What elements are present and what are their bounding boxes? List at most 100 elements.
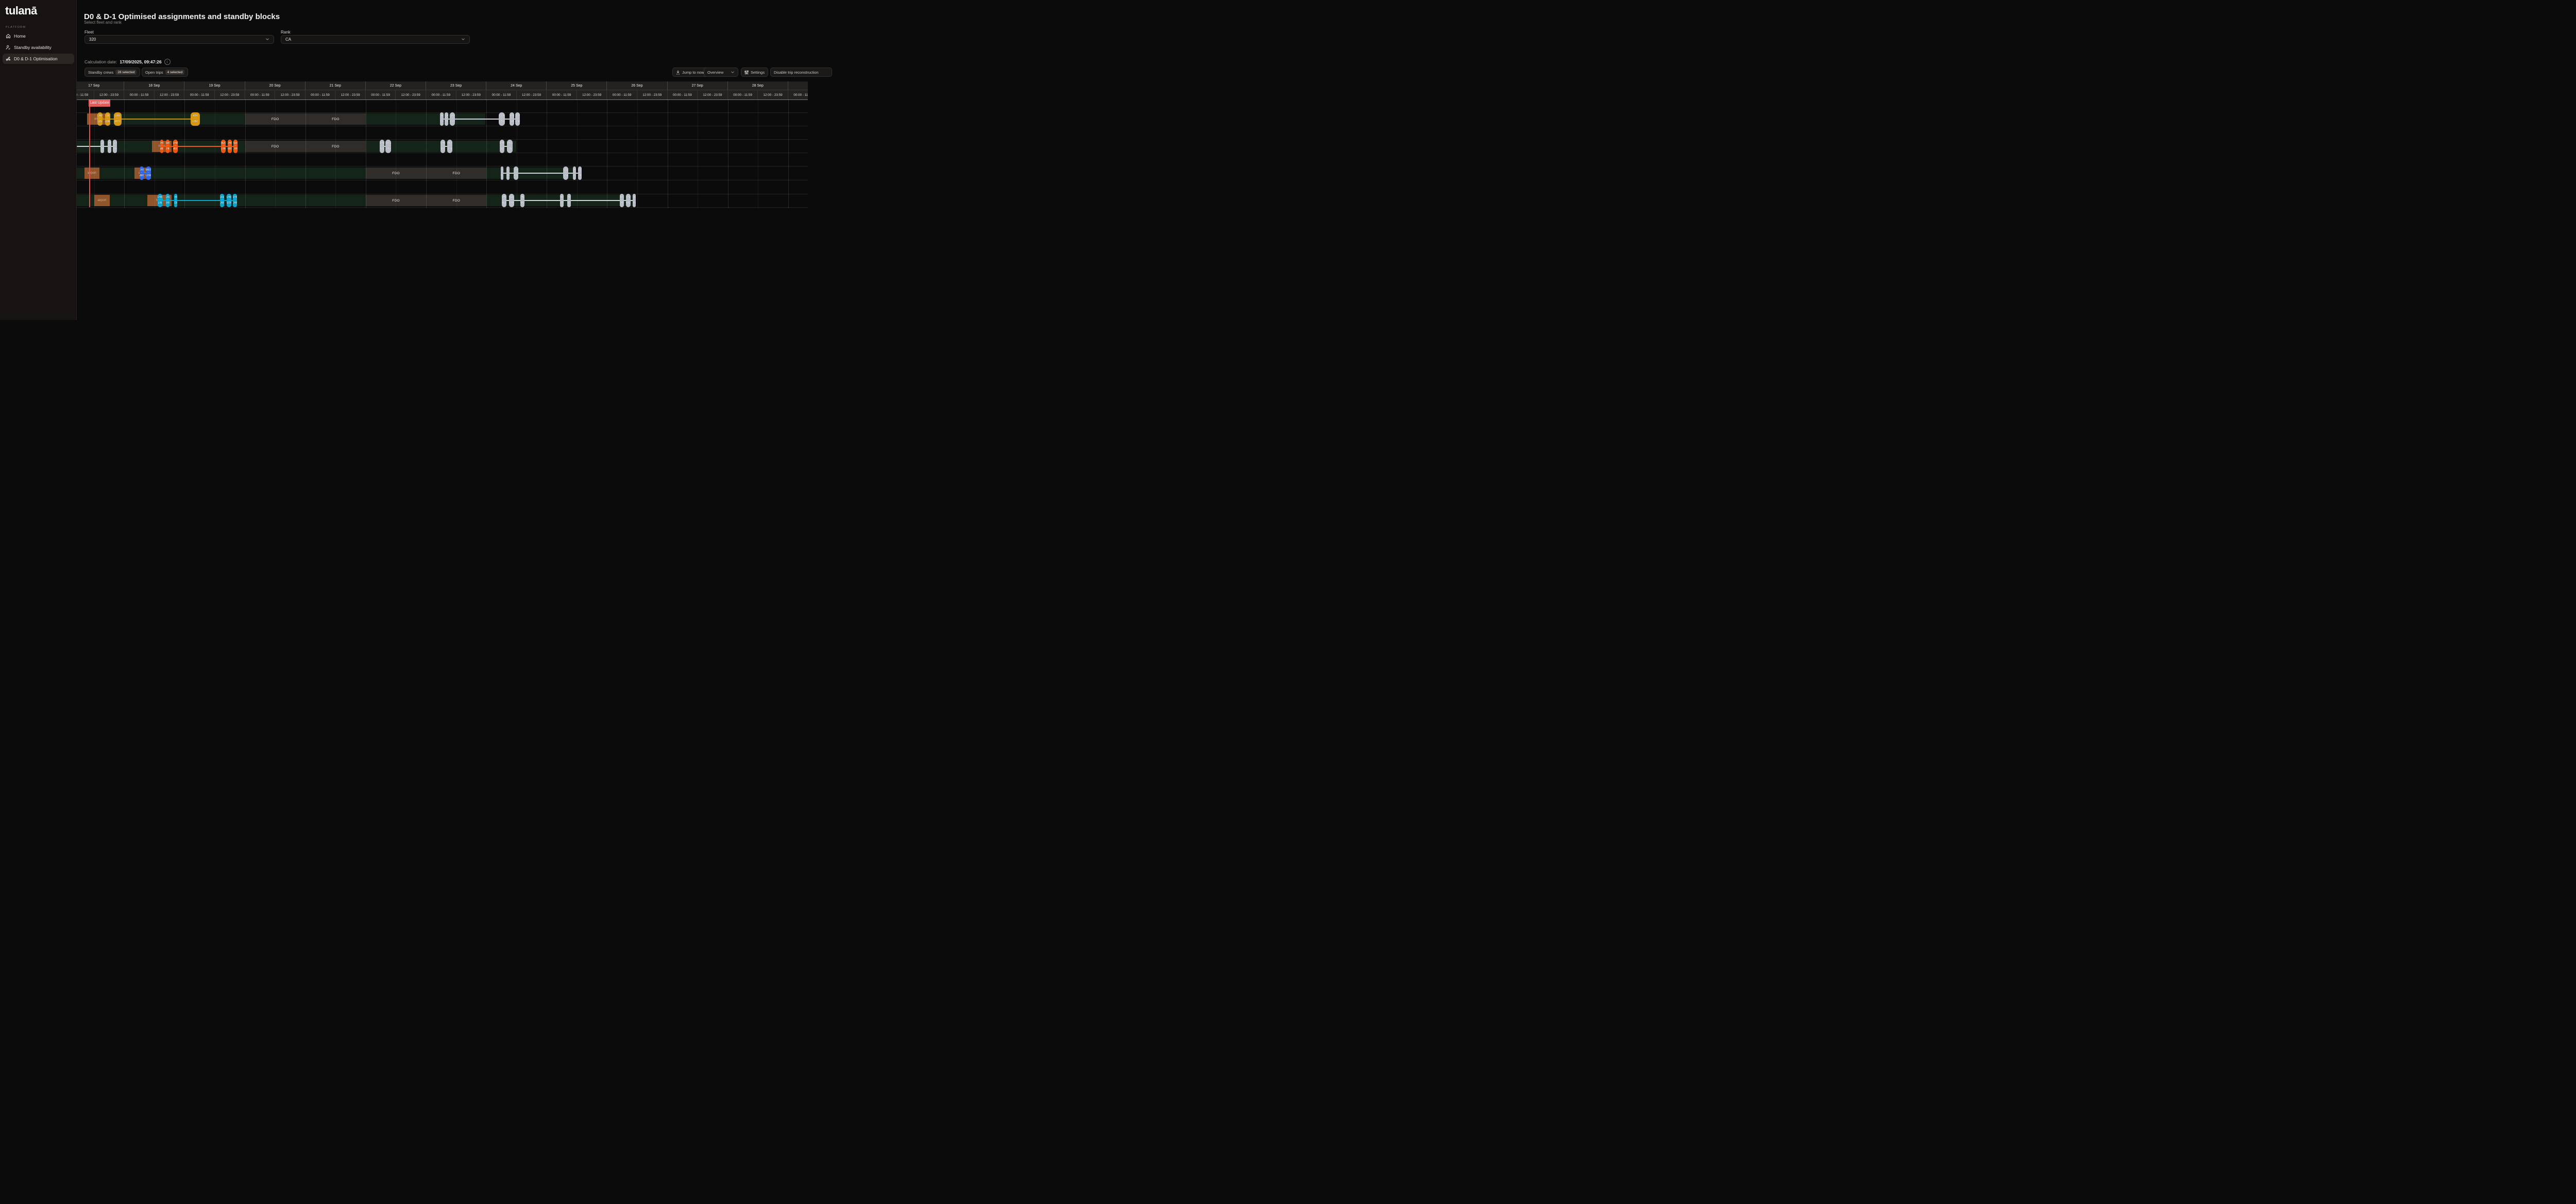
flight-pill[interactable]: LHR-AMS bbox=[228, 140, 232, 153]
flight-pill[interactable]: LHR-VCE bbox=[514, 166, 519, 180]
flight-pill[interactable]: ATH-LHR bbox=[191, 112, 200, 126]
flight-pill[interactable]: EDI-LHR bbox=[578, 166, 582, 180]
info-icon[interactable]: i bbox=[164, 59, 171, 65]
flight-pill[interactable]: MUC-LHR bbox=[221, 140, 226, 153]
timeline-day[interactable]: 21 Sep bbox=[306, 81, 366, 90]
flight-pill[interactable]: CDG-LHR bbox=[220, 194, 225, 207]
sidebar-item-standby-availability[interactable]: Standby availability bbox=[3, 42, 74, 53]
timeline-halfday[interactable]: 12:00 - 23:59 bbox=[517, 90, 547, 99]
timeline-halfday[interactable]: 00:00 - 11:59 bbox=[788, 90, 808, 99]
timeline-halfday[interactable]: 12:00 - 23:59 bbox=[758, 90, 788, 99]
flight-pill[interactable]: LHR-PRG bbox=[380, 140, 385, 153]
sidebar-item-d0-d1-optimisation[interactable]: D0 & D-1 Optimisation bbox=[3, 54, 74, 64]
standby-crews-button[interactable]: Standby crews 28 selected bbox=[84, 68, 140, 77]
flight-pill[interactable]: LHR-DUB bbox=[510, 112, 514, 126]
flight-pill[interactable]: LHR-MRS bbox=[140, 166, 144, 180]
timeline-halfday[interactable]: 12:00 - 23:59 bbox=[155, 90, 185, 99]
timeline-halfday[interactable]: 00:00 - 11:59 bbox=[486, 90, 517, 99]
flight-pill[interactable]: LUX-LHR bbox=[113, 140, 117, 153]
timeline-halfday[interactable]: 00:00 - 11:59 bbox=[668, 90, 698, 99]
timeline-halfday[interactable]: 00:00 - 11:59 bbox=[184, 90, 215, 99]
timeline-day[interactable]: 17 Sep bbox=[77, 81, 124, 90]
flight-pill[interactable]: LHR-PRG bbox=[500, 140, 504, 153]
gantt-chart[interactable]: 17 Sep00:00 - 11:5912:00 - 23:5918 Sep00… bbox=[77, 81, 808, 208]
flight-pill[interactable]: STR-LHR bbox=[233, 194, 238, 207]
flight-pill[interactable]: LHR-LIN bbox=[158, 194, 162, 207]
flight-pill[interactable]: CPH-LHR bbox=[499, 112, 504, 126]
flight-pill[interactable]: LHR-CPH bbox=[450, 112, 455, 126]
ground-block-airport[interactable]: airport bbox=[94, 195, 110, 206]
timeline-halfday[interactable]: 12:00 - 23:59 bbox=[335, 90, 366, 99]
sidebar-item-home[interactable]: Home bbox=[3, 31, 74, 41]
open-trips-button[interactable]: Open trips 4 selected bbox=[142, 68, 188, 77]
flight-pill[interactable]: AMS-LHR bbox=[233, 140, 238, 153]
timeline-day[interactable]: 28 Sep bbox=[728, 81, 788, 90]
timeline-halfday[interactable]: 00:00 - 11:59 bbox=[77, 90, 94, 99]
flight-pill[interactable]: PRG-LHR bbox=[507, 140, 513, 153]
flight-pill[interactable]: LHR-ABZ bbox=[626, 194, 631, 207]
fleet-select[interactable]: 320 bbox=[84, 35, 274, 44]
flight-pill[interactable]: LHR-LUX bbox=[108, 140, 111, 153]
flight-pill[interactable]: LHR-TIA bbox=[440, 112, 444, 126]
flight-pill[interactable]: LHR-STR bbox=[227, 194, 231, 207]
flight-pill[interactable]: LHR-ABZ bbox=[520, 194, 524, 207]
flight-pill[interactable]: LHR-MUC bbox=[173, 140, 177, 153]
flight-pill[interactable]: DUS-LHR bbox=[620, 194, 624, 207]
flight-pill[interactable]: TIA-LHR bbox=[445, 112, 449, 126]
flight-pill[interactable]: LHR-CDG bbox=[174, 194, 177, 207]
flight-pill[interactable]: LHR-AMS bbox=[160, 140, 163, 153]
timeline-halfday[interactable]: 12:00 - 23:59 bbox=[275, 90, 306, 99]
timeline-day[interactable]: 24 Sep bbox=[486, 81, 547, 90]
flight-pill[interactable]: PRG-LHR bbox=[385, 140, 391, 153]
flight-pill[interactable]: ABZ-LHR bbox=[633, 194, 636, 207]
timeline-halfday[interactable]: 00:00 - 11:59 bbox=[366, 90, 396, 99]
ground-block-airport[interactable]: airport bbox=[84, 168, 100, 179]
flight-pill[interactable]: LHR-EDI bbox=[573, 166, 576, 180]
timeline-halfday[interactable]: 00:00 - 11:59 bbox=[426, 90, 456, 99]
timeline-day[interactable]: 25 Sep bbox=[547, 81, 607, 90]
timeline-halfday[interactable]: 12:00 - 23:59 bbox=[456, 90, 487, 99]
flight-pill[interactable]: LHR-MLA bbox=[501, 166, 503, 180]
flight-pill[interactable]: LHR-ATH bbox=[114, 112, 122, 126]
flight-pill[interactable]: LHR-DUS bbox=[567, 194, 571, 207]
timeline-halfday[interactable]: 12:00 - 23:59 bbox=[577, 90, 607, 99]
flight-pill[interactable]: AMS-LHR bbox=[166, 140, 170, 153]
disable-trip-reconstruction-button[interactable]: Disable trip reconstruction bbox=[770, 68, 832, 77]
timeline-halfday[interactable]: 00:00 - 11:59 bbox=[124, 90, 155, 99]
flight-pill[interactable]: LHR-BER bbox=[502, 194, 506, 207]
timeline-halfday[interactable]: 12:00 - 23:59 bbox=[215, 90, 245, 99]
flight-pill[interactable]: MRS-LHR bbox=[447, 140, 452, 153]
view-mode-select[interactable]: Overview bbox=[704, 68, 738, 77]
timeline-halfday[interactable]: 12:00 - 23:59 bbox=[698, 90, 728, 99]
timeline-halfday[interactable]: 12:00 - 23:59 bbox=[637, 90, 668, 99]
timeline-halfday[interactable]: 12:00 - 23:59 bbox=[94, 90, 125, 99]
timeline-day[interactable] bbox=[788, 81, 808, 90]
flight-pill[interactable]: GLA-LHR bbox=[100, 140, 104, 153]
timeline-day[interactable]: 18 Sep bbox=[124, 81, 184, 90]
settings-button[interactable]: Settings bbox=[741, 68, 768, 77]
timeline-day[interactable]: 27 Sep bbox=[668, 81, 728, 90]
flight-pill[interactable]: LHR-MRS bbox=[440, 140, 445, 153]
timeline-day[interactable]: 26 Sep bbox=[607, 81, 667, 90]
timeline-day[interactable]: 19 Sep bbox=[184, 81, 245, 90]
flight-pill[interactable]: BER-LHR bbox=[509, 194, 514, 207]
flight-pill[interactable]: DUB-LHR bbox=[515, 112, 520, 126]
flight-pill[interactable]: LIN-LHR bbox=[105, 112, 110, 126]
jump-to-now-button[interactable]: Jump to now bbox=[672, 68, 708, 77]
flight-pill[interactable]: ABZ-LHR bbox=[560, 194, 564, 207]
timeline-halfday[interactable]: 00:00 - 11:59 bbox=[306, 90, 336, 99]
timeline-day[interactable]: 22 Sep bbox=[366, 81, 426, 90]
flight-pill[interactable]: VCE-LHR bbox=[563, 166, 569, 180]
timeline-halfday[interactable]: 00:00 - 11:59 bbox=[547, 90, 577, 99]
timeline-day[interactable]: 23 Sep bbox=[426, 81, 486, 90]
timeline-halfday[interactable]: 00:00 - 11:59 bbox=[245, 90, 276, 99]
flight-pill[interactable]: MRS-LHR bbox=[146, 166, 151, 180]
flight-pill[interactable]: LHR-LIN bbox=[97, 112, 103, 126]
flight-pill[interactable]: LIN-LHR bbox=[166, 194, 170, 207]
timeline-halfday[interactable]: 00:00 - 11:59 bbox=[728, 90, 758, 99]
flight-pill[interactable]: MLA-LHR bbox=[506, 166, 510, 180]
rank-select[interactable]: CA bbox=[281, 35, 470, 44]
timeline-halfday[interactable]: 00:00 - 11:59 bbox=[607, 90, 637, 99]
timeline-halfday[interactable]: 12:00 - 23:59 bbox=[396, 90, 426, 99]
timeline-day[interactable]: 20 Sep bbox=[245, 81, 306, 90]
